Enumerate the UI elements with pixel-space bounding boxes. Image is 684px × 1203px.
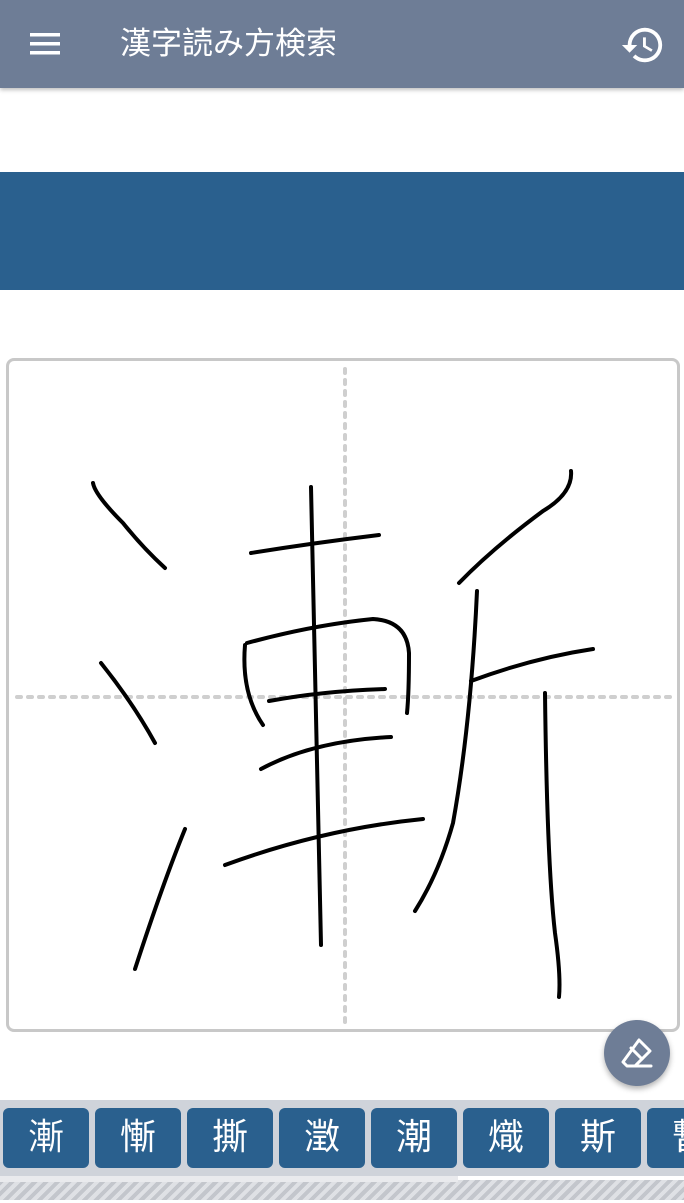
eraser-button[interactable] (604, 1020, 670, 1086)
candidate-scrollbar-track[interactable] (0, 1180, 684, 1200)
handwriting-canvas[interactable] (6, 358, 680, 1032)
eraser-icon (621, 1038, 653, 1068)
candidate-list: 漸 慚 撕 澂 潮 熾 斯 暫 (3, 1108, 684, 1168)
candidate-kanji[interactable]: 撕 (187, 1108, 273, 1168)
candidate-kanji[interactable]: 熾 (463, 1108, 549, 1168)
candidate-kanji[interactable]: 暫 (647, 1108, 684, 1168)
candidate-kanji[interactable]: 漸 (3, 1108, 89, 1168)
candidate-kanji[interactable]: 澂 (279, 1108, 365, 1168)
candidate-kanji[interactable]: 潮 (371, 1108, 457, 1168)
candidate-scrollbar-thumb[interactable] (0, 1176, 459, 1182)
candidate-bar: 漸 慚 撕 澂 潮 熾 斯 暫 (0, 1100, 684, 1176)
candidate-kanji[interactable]: 斯 (555, 1108, 641, 1168)
canvas-drawing (15, 367, 675, 1029)
candidate-kanji[interactable]: 慚 (95, 1108, 181, 1168)
